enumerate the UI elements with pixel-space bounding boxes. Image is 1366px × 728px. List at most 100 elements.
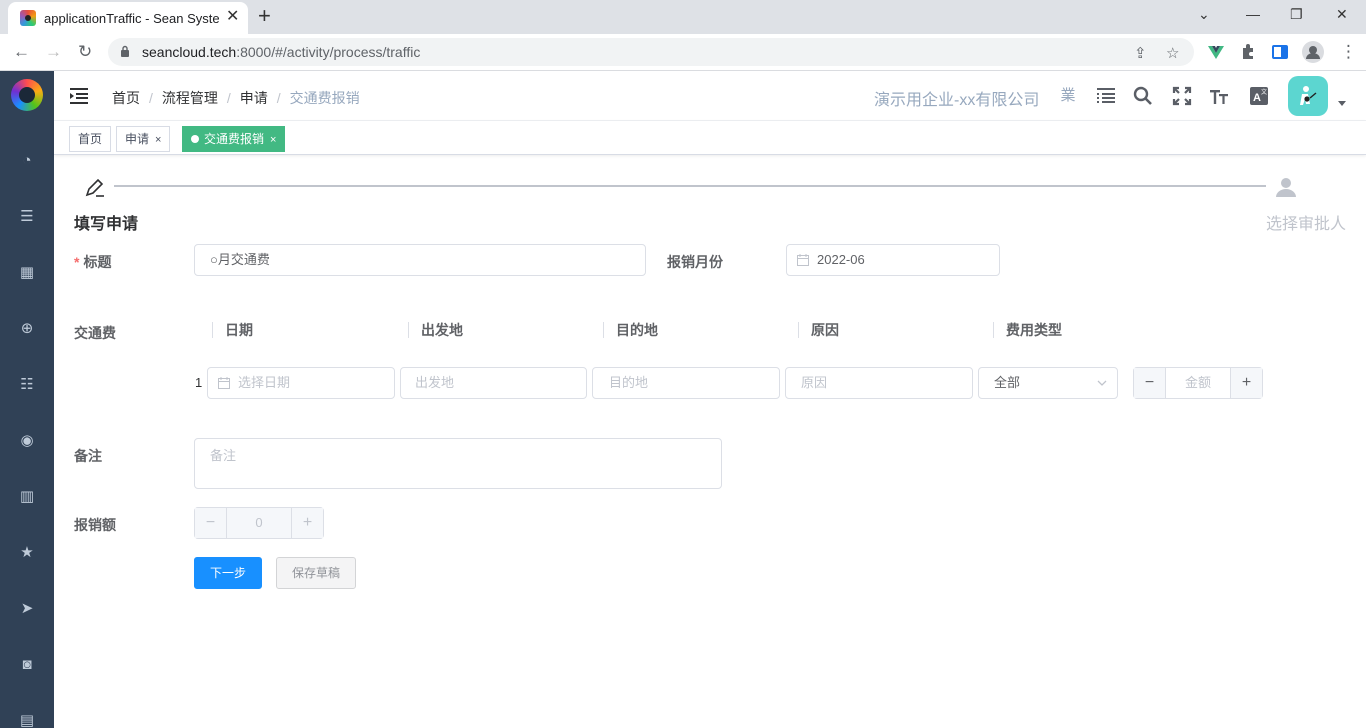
fullscreen-icon[interactable] [1171,85,1193,107]
share-icon[interactable]: ⇪ [1134,44,1147,62]
avatar[interactable] [1288,76,1328,116]
reading-list-icon[interactable] [1271,43,1289,61]
fee-type-select[interactable]: 全部 [978,367,1118,399]
close-tag-icon[interactable]: × [270,134,276,146]
column-to: 目的地 [603,322,658,338]
browser-tab-strip: applicationTraffic - Sean System ✕ + ⌄ —… [0,0,1366,34]
lock-icon [121,45,129,57]
breadcrumb: 首页 / 流程管理 / 申请 / 交通费报销 [112,90,360,106]
remark-label: 备注 [74,448,102,464]
column-reason: 原因 [798,322,839,338]
vue-devtools-icon[interactable] [1207,43,1225,61]
date-placeholder: 选择日期 [238,375,291,390]
grid-icon[interactable]: ▦ [17,263,37,283]
site-favicon-icon [20,10,36,26]
amount-stepper[interactable]: − 金额 + [1133,367,1263,399]
breadcrumb-current: 交通费报销 [289,90,360,106]
amount-input[interactable]: 金额 [1166,368,1230,398]
remark-textarea[interactable]: 备注 [194,438,722,489]
list-icon[interactable]: ☰ [17,207,37,227]
row-index: 1 [195,375,203,390]
month-value: 2022-06 [817,252,865,267]
calendar-icon [797,254,809,266]
save-draft-button[interactable]: 保存草稿 [276,557,356,589]
address-bar[interactable]: seancloud.tech:8000/#/activity/process/t… [108,38,1194,66]
amount-decrease-button[interactable]: − [1134,368,1166,398]
breadcrumb-apply[interactable]: 申请 [240,90,268,106]
table-icon[interactable]: ☷ [17,375,37,395]
browser-menu-icon[interactable]: ⋮ [1340,42,1357,62]
collapse-menu-icon[interactable] [70,87,88,105]
sidebar: ◔ ☰ ▦ ⊕ ☷ ◉ ▥ ★ ➤ ◙ ▤ [0,71,54,728]
dashboard-icon[interactable]: ◔ [17,151,37,171]
breadcrumb-process[interactable]: 流程管理 [162,90,218,106]
tag-home[interactable]: 首页 [69,126,112,152]
search-icon[interactable] [1132,85,1154,107]
profile-icon[interactable] [1302,41,1324,63]
chat-icon[interactable]: ◙ [17,655,37,675]
step-progress-line [114,185,1266,187]
tag-label: 申请 [125,132,150,146]
back-button[interactable]: ← [13,42,30,62]
bookmark-star-icon[interactable]: ☆ [1166,44,1179,62]
send-icon[interactable]: ➤ [17,599,37,619]
fee-type-value: 全部 [994,375,1021,390]
eye-icon[interactable]: ◉ [17,431,37,451]
close-tab-icon[interactable]: ✕ [226,9,239,25]
next-step-button[interactable]: 下一步 [194,557,262,589]
tag-apply[interactable]: 申请 × [116,126,171,152]
edit-pencil-icon [85,178,104,197]
reload-button[interactable]: ↻ [78,42,92,62]
tab-search-icon[interactable]: ⌄ [1198,6,1210,23]
user-icon [1276,178,1296,197]
url-host: seancloud.tech [142,44,237,60]
extensions-icon[interactable] [1239,43,1257,61]
building-icon[interactable]: ▥ [17,487,37,507]
month-label: 报销月份 [667,254,723,270]
menu-list-icon[interactable] [1095,85,1117,107]
restore-button[interactable]: ❐ [1290,6,1303,23]
breadcrumb-home[interactable]: 首页 [112,90,140,106]
forward-button[interactable]: → [45,42,62,62]
language-switch[interactable]: 業 [1057,85,1079,107]
total-value: 0 [255,515,263,530]
column-from: 出发地 [408,322,463,338]
step-title-fill: 填写申请 [74,216,139,233]
close-tag-icon[interactable]: × [155,134,161,146]
traffic-label: 交通费 [74,325,116,341]
book-icon[interactable]: ▤ [17,711,37,728]
month-picker[interactable]: 2022-06 [786,244,1000,276]
translate-icon[interactable]: A文 [1248,85,1270,107]
title-input[interactable]: ○月交通费 [194,244,646,276]
top-navbar: 首页 / 流程管理 / 申请 / 交通费报销 演示用企业-xx有限公司 業 A文 [54,71,1366,121]
close-window-button[interactable]: ✕ [1336,6,1348,23]
company-name: 演示用企业-xx有限公司 [874,92,1040,109]
browser-tab[interactable]: applicationTraffic - Sean System ✕ [8,2,248,34]
browser-toolbar: ← → ↻ seancloud.tech:8000/#/activity/pro… [0,34,1366,71]
step-title-approver: 选择审批人 [1266,216,1347,233]
title-label-text: 标题 [83,254,112,270]
target-icon[interactable]: ⊕ [17,319,37,339]
tag-label: 交通费报销 [204,132,265,146]
url-path: :8000/#/activity/process/traffic [236,44,421,60]
total-stepper: − 0 + [194,507,324,539]
svg-text:A: A [1253,92,1261,104]
title-label: * 标题 [74,254,112,270]
total-label: 报销额 [74,517,116,533]
new-tab-button[interactable]: + [258,4,271,28]
svg-text:文: 文 [1261,88,1267,96]
url-text: seancloud.tech:8000/#/activity/process/t… [142,44,420,60]
date-picker[interactable]: 选择日期 [207,367,395,399]
user-dropdown-caret-icon[interactable] [1338,101,1346,106]
from-input[interactable]: 出发地 [400,367,587,399]
star-icon[interactable]: ★ [17,543,37,563]
reason-input[interactable]: 原因 [785,367,973,399]
column-date: 日期 [212,322,253,338]
to-input[interactable]: 目的地 [592,367,780,399]
amount-increase-button[interactable]: + [1230,368,1262,398]
tag-traffic-active[interactable]: 交通费报销 × [182,126,286,152]
app-logo[interactable] [11,79,43,111]
avatar-figure-icon [1300,86,1317,105]
minimize-button[interactable]: — [1246,6,1260,22]
font-size-icon[interactable] [1208,85,1230,107]
